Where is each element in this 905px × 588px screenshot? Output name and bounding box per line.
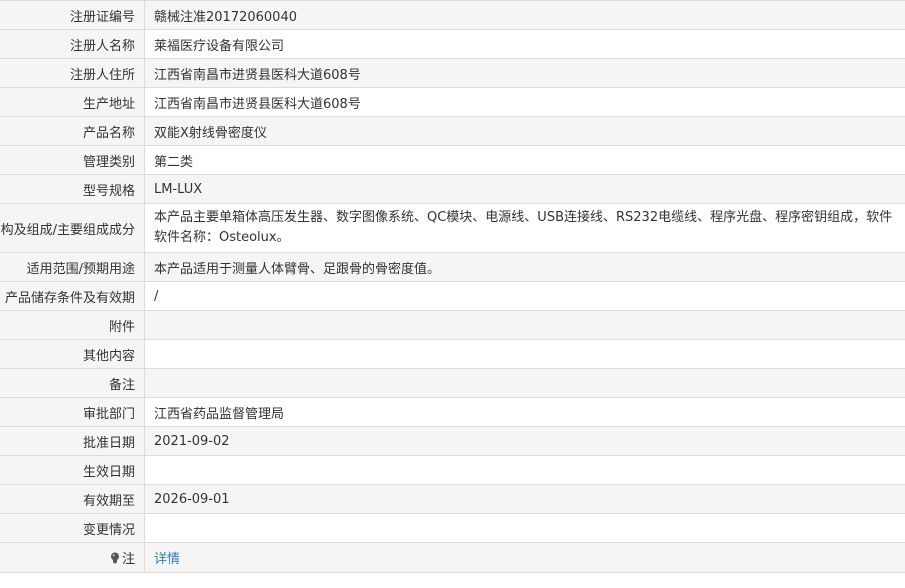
- label-registration-number: 注册证编号: [0, 1, 145, 29]
- value-remarks: [145, 369, 905, 397]
- value-valid-until: 2026-09-01: [145, 485, 905, 513]
- value-approval-department: 江西省药品监督管理局: [154, 406, 285, 422]
- row-approval-department: 审批部门 江西省药品监督管理局: [0, 398, 905, 427]
- value-model-spec: LM-LUX: [145, 175, 905, 203]
- value-note: 详情: [145, 543, 905, 572]
- value-management-category: 第二类: [154, 154, 194, 170]
- row-registrant-name: 注册人名称 莱福医疗设备有限公司: [0, 30, 905, 59]
- label-product-name: 产品名称: [0, 117, 145, 145]
- label-approval-date: 批准日期: [0, 427, 145, 455]
- value-approval-date: 2021-09-02: [145, 427, 905, 455]
- value-change-history: [145, 514, 905, 542]
- value-other-content: [145, 340, 905, 368]
- lightbulb-icon: [110, 552, 120, 564]
- label-model-spec: 型号规格: [0, 175, 145, 203]
- value-registrant-name: 莱福医疗设备有限公司: [154, 38, 285, 54]
- value-attachments: [145, 311, 905, 339]
- label-valid-until: 有效期至: [0, 485, 145, 513]
- value-production-address: 江西省南昌市进贤县医科大道608号: [154, 96, 361, 112]
- value-registrant-address: 江西省南昌市进贤县医科大道608号: [145, 59, 905, 87]
- value-structure-composition: 本产品主要单箱体高压发生器、数字图像系统、QC模块、电源线、USB连接线、RS2…: [154, 210, 893, 245]
- row-intended-use: 适用范围/预期用途 本产品适用于测量人体臂骨、足跟骨的骨密度值。: [0, 253, 905, 282]
- value-storage-validity: /: [154, 288, 159, 304]
- value-registration-number: 赣械注准20172060040: [145, 1, 905, 29]
- row-registration-number: 注册证编号 赣械注准20172060040: [0, 1, 905, 30]
- row-other-content: 其他内容: [0, 340, 905, 369]
- row-remarks: 备注: [0, 369, 905, 398]
- row-effective-date: 生效日期: [0, 456, 905, 485]
- label-approval-department: 审批部门: [0, 398, 145, 426]
- label-registrant-address: 注册人住所: [0, 59, 145, 87]
- row-valid-until: 有效期至 2026-09-01: [0, 485, 905, 514]
- label-attachments: 附件: [0, 311, 145, 339]
- label-note: 注: [0, 543, 145, 572]
- row-approval-date: 批准日期 2021-09-02: [0, 427, 905, 456]
- row-model-spec: 型号规格 LM-LUX: [0, 175, 905, 204]
- label-structure-composition: 结构及组成/主要组成成分: [0, 204, 145, 252]
- row-management-category: 管理类别 第二类: [0, 146, 905, 175]
- label-management-category: 管理类别: [0, 146, 145, 174]
- label-production-address: 生产地址: [0, 88, 145, 116]
- value-effective-date: [145, 456, 905, 484]
- value-intended-use: 本产品适用于测量人体臂骨、足跟骨的骨密度值。: [145, 253, 905, 281]
- row-attachments: 附件: [0, 311, 905, 340]
- row-registrant-address: 注册人住所 江西省南昌市进贤县医科大道608号: [0, 59, 905, 88]
- label-storage-validity: 产品储存条件及有效期: [0, 282, 145, 310]
- row-change-history: 变更情况: [0, 514, 905, 543]
- registration-detail-table: 注册证编号 赣械注准20172060040 注册人名称 莱福医疗设备有限公司 注…: [0, 0, 905, 573]
- label-registrant-name: 注册人名称: [0, 30, 145, 58]
- note-label-text: 注: [121, 552, 135, 567]
- row-storage-validity: 产品储存条件及有效期 /: [0, 282, 905, 311]
- label-intended-use: 适用范围/预期用途: [0, 253, 145, 281]
- label-effective-date: 生效日期: [0, 456, 145, 484]
- details-link[interactable]: 详情: [154, 548, 180, 567]
- label-other-content: 其他内容: [0, 340, 145, 368]
- value-product-name: 双能X射线骨密度仪: [145, 117, 905, 145]
- row-production-address: 生产地址 江西省南昌市进贤县医科大道608号: [0, 88, 905, 117]
- label-change-history: 变更情况: [0, 514, 145, 542]
- row-structure-composition: 结构及组成/主要组成成分 本产品主要单箱体高压发生器、数字图像系统、QC模块、电…: [0, 204, 905, 253]
- row-product-name: 产品名称 双能X射线骨密度仪: [0, 117, 905, 146]
- label-remarks: 备注: [0, 369, 145, 397]
- row-note: 注 详情: [0, 543, 905, 573]
